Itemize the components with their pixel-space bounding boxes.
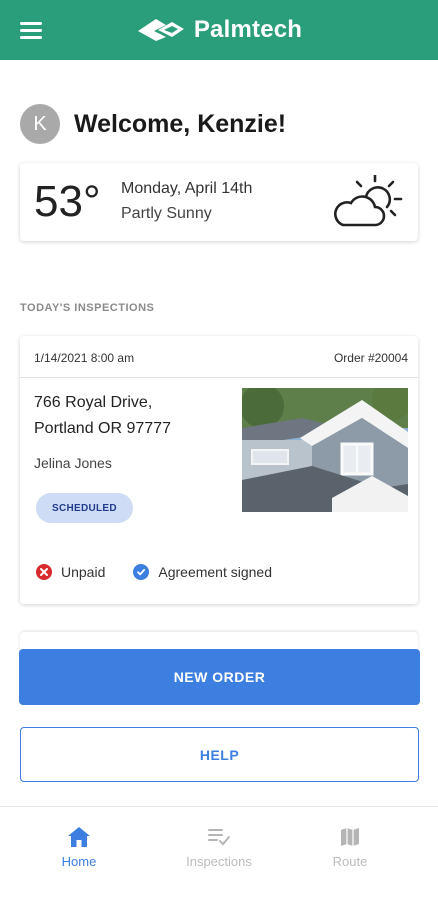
brand-name: Palmtech: [193, 16, 303, 43]
hamburger-menu-icon[interactable]: [20, 17, 46, 43]
status-row: Unpaid Agreement signed: [36, 564, 300, 580]
card-header: 1/14/2021 8:00 am Order #20004: [20, 336, 418, 378]
agreement-status: Agreement signed: [133, 564, 272, 580]
nav-item-inspections[interactable]: Inspections: [164, 825, 274, 869]
weather-date: Monday, April 14th: [121, 180, 253, 197]
weather-condition: Partly Sunny: [121, 205, 212, 222]
agreement-label: Agreement signed: [158, 564, 273, 580]
nav-label-inspections: Inspections: [186, 854, 252, 869]
new-order-button[interactable]: NEW ORDER: [19, 649, 420, 705]
weather-card: 53° Monday, April 14th Partly Sunny: [20, 163, 418, 241]
inspection-card[interactable]: 1/14/2021 8:00 am Order #20004 766 Royal…: [20, 336, 418, 604]
nav-label-home: Home: [61, 854, 97, 869]
home-icon: [68, 827, 90, 847]
nav-item-route[interactable]: Route: [295, 825, 405, 869]
help-button[interactable]: HELP: [20, 727, 419, 782]
payment-status: Unpaid: [36, 564, 105, 580]
avatar[interactable]: K: [20, 104, 60, 144]
order-number: Order #20004: [333, 351, 408, 365]
welcome-row: K Welcome, Kenzie!: [20, 104, 286, 144]
app-header: Palmtech: [0, 0, 438, 60]
unpaid-x-icon: [36, 564, 52, 580]
palmtech-logo-icon: [137, 19, 184, 41]
section-label: TODAY'S INSPECTIONS: [20, 302, 155, 314]
partly-sunny-icon: [334, 175, 403, 227]
check-icon: [133, 564, 150, 580]
temperature: 53°: [34, 177, 101, 226]
welcome-heading: Welcome, Kenzie!: [74, 109, 287, 138]
client-name: Jelina Jones: [34, 455, 112, 471]
status-badge: SCHEDULED: [36, 493, 133, 523]
bottom-nav: Home Inspections Route: [0, 806, 438, 900]
nav-label-route: Route: [332, 854, 368, 869]
address-line-2: Portland OR 97777: [34, 420, 171, 437]
address-line-1: 766 Royal Drive,: [34, 394, 153, 411]
house-photo: [242, 388, 408, 512]
inspections-list-icon: [208, 829, 230, 846]
nav-item-home[interactable]: Home: [24, 825, 134, 869]
payment-label: Unpaid: [61, 564, 106, 580]
map-icon: [341, 828, 359, 846]
brand: Palmtech: [136, 16, 302, 44]
inspection-datetime: 1/14/2021 8:00 am: [34, 351, 135, 365]
